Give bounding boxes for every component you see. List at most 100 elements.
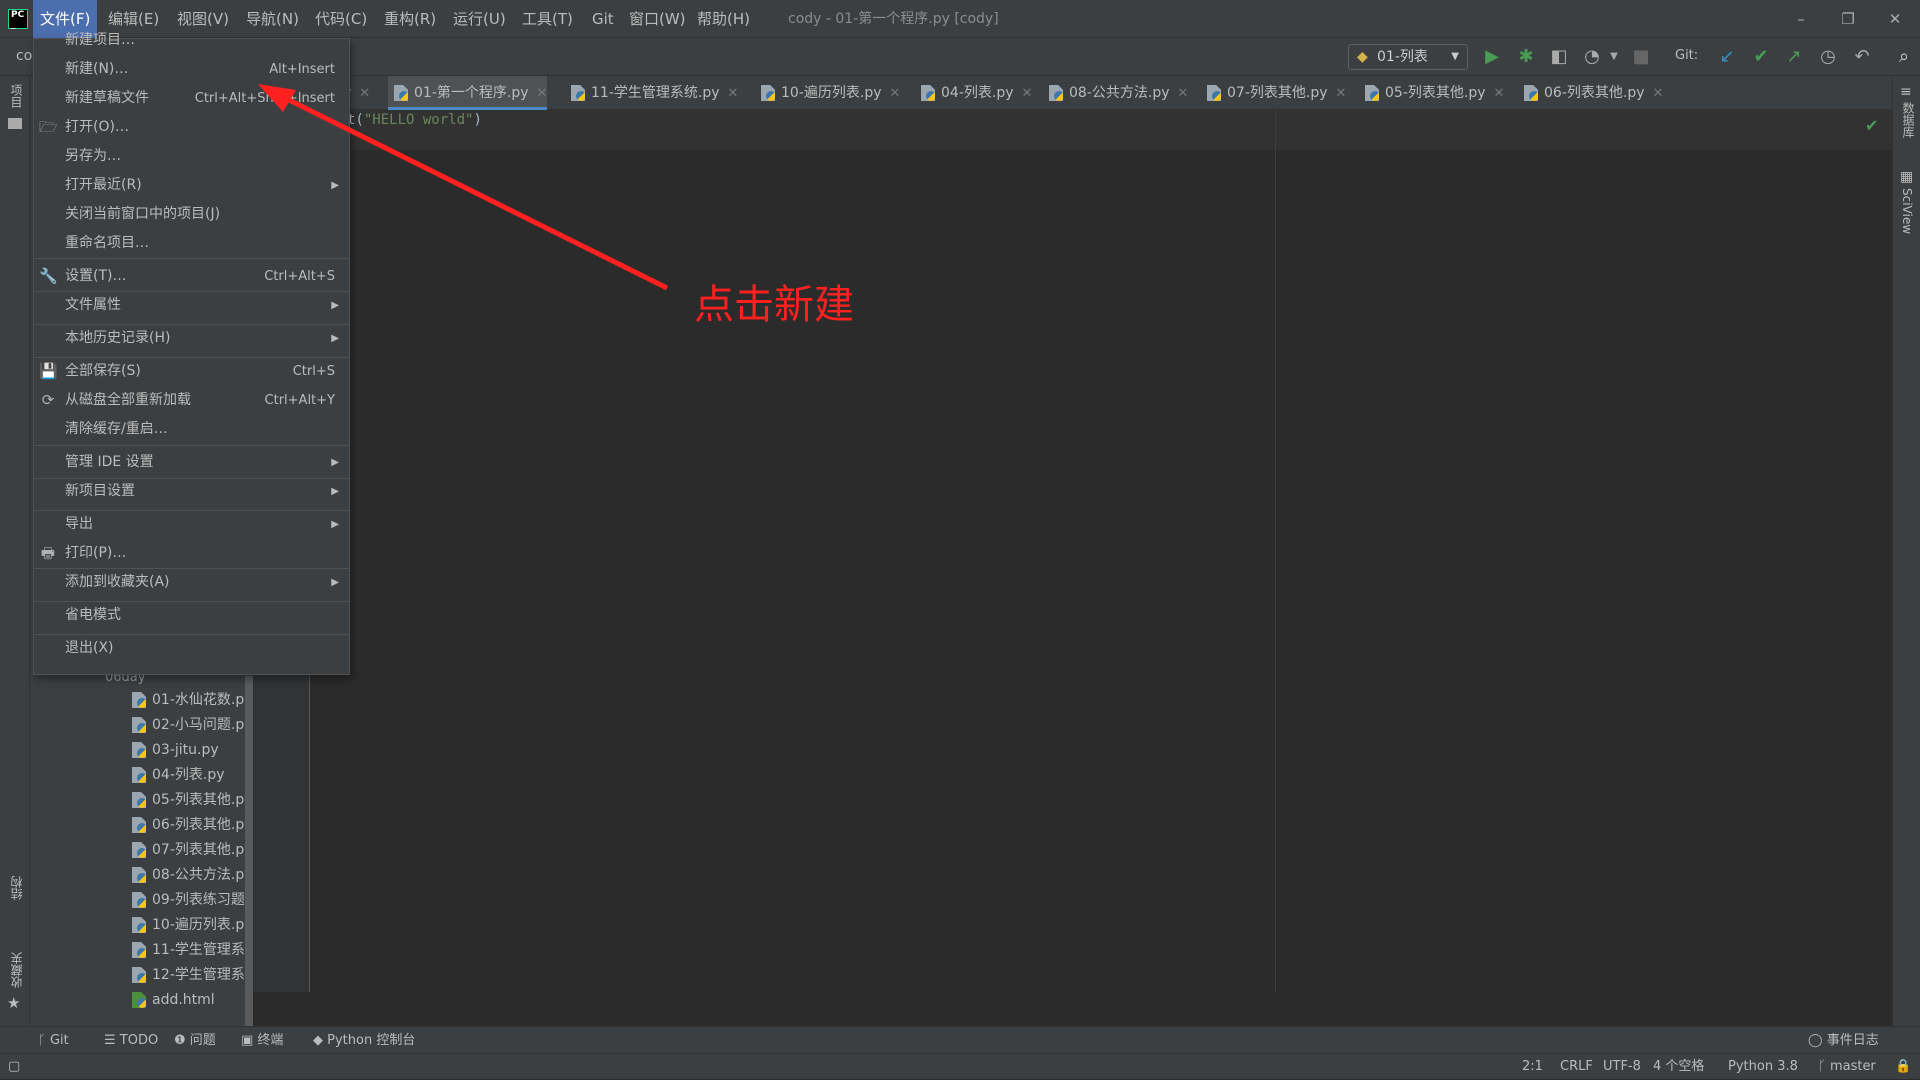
menu-separator xyxy=(34,634,349,635)
close-tab-icon[interactable]: ✕ xyxy=(728,86,739,101)
git-branch[interactable]: ᚴ master xyxy=(1818,1054,1876,1080)
lock-icon[interactable]: 🔒 xyxy=(1895,1054,1911,1080)
inspection-ok-icon[interactable]: ✔ xyxy=(1865,116,1878,135)
minimize-button[interactable]: – xyxy=(1778,0,1824,38)
tree-file[interactable]: 07-列表其他.py xyxy=(132,838,253,863)
tab-8[interactable]: 06-列表其他.py ✕ xyxy=(1518,76,1663,110)
more-run-chevron-icon[interactable]: ▼ xyxy=(1602,45,1626,69)
menu-item-14[interactable]: 管理 IDE 设置 ▶ xyxy=(34,448,349,477)
sciview-tool-button[interactable]: SciView xyxy=(1900,188,1914,234)
profile-icon[interactable]: ◔ xyxy=(1580,45,1604,69)
structure-tool-button[interactable]: 结构 xyxy=(8,876,25,900)
menu-9[interactable]: 窗口(W) xyxy=(622,0,693,38)
tab-7[interactable]: 05-列表其他.py ✕ xyxy=(1359,76,1504,110)
close-tab-icon[interactable]: ✕ xyxy=(537,86,548,101)
event-log-button[interactable]: ◯ 事件日志 xyxy=(1808,1027,1879,1054)
file-encoding[interactable]: UTF-8 xyxy=(1603,1054,1641,1080)
tool-window-0[interactable]: ᚴ Git xyxy=(38,1027,69,1054)
menu-10[interactable]: 帮助(H) xyxy=(690,0,757,38)
git-push-icon[interactable]: ↗ xyxy=(1782,45,1806,69)
code-editor[interactable]: t("HELLO world") ✔ xyxy=(310,110,1892,992)
tree-file[interactable]: add.html xyxy=(132,988,215,1013)
tab-label: 06-列表其他.py xyxy=(1544,85,1645,101)
favorites-tool-button[interactable]: 收藏夹 xyxy=(8,952,25,988)
tree-file[interactable]: 03-jitu.py xyxy=(132,738,219,763)
tree-file[interactable]: 08-公共方法.py xyxy=(132,863,253,888)
close-tab-icon[interactable]: ✕ xyxy=(1178,86,1189,101)
close-tab-icon[interactable]: ✕ xyxy=(1494,86,1505,101)
project-scrollbar[interactable] xyxy=(245,676,253,1026)
close-tab-icon[interactable]: ✕ xyxy=(890,86,901,101)
menu-item-20[interactable]: 退出(X) xyxy=(34,634,349,663)
menu-item-18[interactable]: 添加到收藏夹(A) ▶ xyxy=(34,568,349,597)
rollback-icon[interactable]: ↶ xyxy=(1850,45,1874,69)
menu-item-9[interactable]: 文件属性 ▶ xyxy=(34,291,349,320)
tool-window-2[interactable]: ❶ 问题 xyxy=(174,1027,216,1054)
menu-item-16[interactable]: 导出 ▶ xyxy=(34,510,349,539)
menu-item-19[interactable]: 省电模式 xyxy=(34,601,349,630)
run-icon[interactable]: ▶ xyxy=(1480,45,1504,69)
menu-item-7[interactable]: 重命名项目… xyxy=(34,229,349,258)
close-tab-icon[interactable]: ✕ xyxy=(1022,86,1033,101)
close-tab-icon[interactable]: ✕ xyxy=(1336,86,1347,101)
debug-icon[interactable]: ✱ xyxy=(1514,45,1538,69)
tab-4[interactable]: 04-列表.py ✕ xyxy=(915,76,1032,110)
menu-5[interactable]: 重构(R) xyxy=(377,0,443,38)
menu-item-17[interactable]: 🖶 打印(P)… xyxy=(34,539,349,568)
close-button[interactable]: ✕ xyxy=(1872,0,1918,38)
menu-item-12[interactable]: ⟳ 从磁盘全部重新加载 Ctrl+Alt+Y xyxy=(34,386,349,415)
menu-item-6[interactable]: 关闭当前窗口中的项目(J) xyxy=(34,200,349,229)
menu-item-3[interactable]: 🗁 打开(O)… xyxy=(34,113,349,142)
tree-file[interactable]: 04-列表.py xyxy=(132,763,225,788)
menu-item-1[interactable]: 新建(N)… Alt+Insert xyxy=(34,55,349,84)
tool-window-1[interactable]: ☰ TODO xyxy=(104,1027,158,1054)
menu-item-13[interactable]: 清除缓存/重启… xyxy=(34,415,349,444)
stop-icon[interactable]: ■ xyxy=(1629,45,1653,69)
menu-6[interactable]: 运行(U) xyxy=(446,0,513,38)
tool-window-3[interactable]: ▣ 终端 xyxy=(241,1027,283,1054)
menu-item-8[interactable]: 🔧 设置(T)… Ctrl+Alt+S xyxy=(34,262,349,291)
git-update-icon[interactable]: ↙ xyxy=(1715,45,1739,69)
caret-position[interactable]: 2:1 xyxy=(1522,1054,1543,1080)
python-file-icon xyxy=(132,867,146,883)
menu-item-11[interactable]: 💾 全部保存(S) Ctrl+S xyxy=(34,357,349,386)
git-commit-icon[interactable]: ✔ xyxy=(1749,45,1773,69)
project-tool-button[interactable]: 项目 xyxy=(8,84,25,108)
menu-item-0[interactable]: 新建项目… xyxy=(34,26,349,55)
coverage-icon[interactable]: ◧ xyxy=(1547,45,1571,69)
tab-1[interactable]: 01-第一个程序.py ✕ xyxy=(388,76,548,110)
tree-file[interactable]: 05-列表其他.py xyxy=(132,788,253,813)
menu-item-5[interactable]: 打开最近(R) ▶ xyxy=(34,171,349,200)
menu-8[interactable]: Git xyxy=(585,0,621,38)
menu-item-4[interactable]: 另存为… xyxy=(34,142,349,171)
tree-file-label: 10-遍历列表.py xyxy=(152,917,253,933)
python-interpreter[interactable]: Python 3.8 xyxy=(1728,1054,1798,1080)
menu-item-10[interactable]: 本地历史记录(H) ▶ xyxy=(34,324,349,353)
indent-setting[interactable]: 4 个空格 xyxy=(1653,1054,1704,1080)
menu-7[interactable]: 工具(T) xyxy=(515,0,580,38)
tree-file[interactable]: 01-水仙花数.py xyxy=(132,688,253,713)
tree-file[interactable]: 02-小马问题.py xyxy=(132,713,253,738)
tab-label: 10-遍历列表.py xyxy=(781,85,882,101)
tree-file[interactable]: 06-列表其他.py xyxy=(132,813,253,838)
tab-3[interactable]: 10-遍历列表.py ✕ xyxy=(755,76,900,110)
menu-item-15[interactable]: 新项目设置 ▶ xyxy=(34,477,349,506)
tool-window-4[interactable]: ◆ Python 控制台 xyxy=(313,1027,415,1054)
restore-button[interactable]: ❐ xyxy=(1825,0,1871,38)
menu-item-2[interactable]: 新建草稿文件 Ctrl+Alt+Shift+Insert xyxy=(34,84,349,113)
close-tab-icon[interactable]: ✕ xyxy=(359,86,370,101)
python-file-icon xyxy=(571,85,585,101)
tab-2[interactable]: 11-学生管理系统.py ✕ xyxy=(565,76,738,110)
history-icon[interactable]: ◷ xyxy=(1816,45,1840,69)
tab-5[interactable]: 08-公共方法.py ✕ xyxy=(1043,76,1188,110)
database-tool-button[interactable]: 数据库 xyxy=(1900,102,1917,138)
tab-6[interactable]: 07-列表其他.py ✕ xyxy=(1201,76,1346,110)
tool-window-icon: ᚴ xyxy=(38,1033,50,1048)
project-name[interactable]: co xyxy=(16,48,32,64)
run-config-dropdown[interactable]: ◆ 01-列表 ▼ xyxy=(1348,44,1468,70)
close-tab-icon[interactable]: ✕ xyxy=(1653,86,1664,101)
toggle-tool-windows-icon[interactable]: ▢ xyxy=(8,1054,20,1080)
tree-file[interactable]: 10-遍历列表.py xyxy=(132,913,253,938)
line-separator[interactable]: CRLF xyxy=(1560,1054,1593,1080)
search-icon[interactable]: ⌕ xyxy=(1892,45,1916,69)
